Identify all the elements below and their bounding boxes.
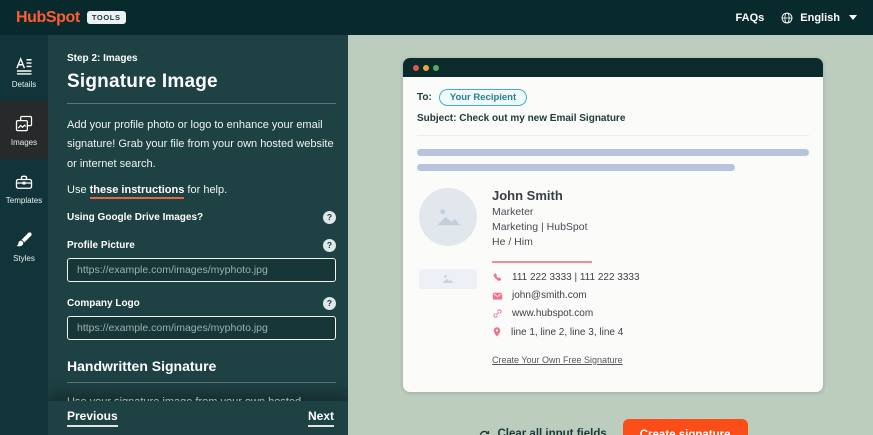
images-icon bbox=[14, 114, 34, 134]
google-drive-row: Using Google Drive Images? ? bbox=[67, 211, 336, 224]
signature-address-row: line 1, line 2, line 3, line 4 bbox=[492, 326, 809, 338]
company-logo-input[interactable] bbox=[67, 316, 336, 340]
language-selector[interactable]: English bbox=[780, 11, 857, 25]
signature-email: john@smith.com bbox=[512, 290, 587, 301]
hubspot-logo[interactable]: HubSpot TOOLS bbox=[16, 9, 126, 27]
preview-column: To: Your Recipient Subject: Check out my… bbox=[403, 58, 823, 435]
sidebar-item-images[interactable]: Images bbox=[0, 101, 48, 159]
image-placeholder-icon bbox=[433, 202, 463, 232]
signature-pronouns: He / Him bbox=[492, 236, 809, 248]
images-step-panel: Step 2: Images Signature Image Add your … bbox=[48, 35, 348, 435]
sidebar-item-label: Styles bbox=[13, 254, 35, 263]
refresh-icon bbox=[478, 429, 491, 435]
clear-fields-label: Clear all input fields bbox=[497, 428, 606, 435]
styles-icon bbox=[14, 230, 34, 250]
signature-details-column: John Smith Marketer Marketing | HubSpot … bbox=[492, 188, 809, 368]
details-icon bbox=[14, 56, 34, 76]
instructions-prefix: Use bbox=[67, 184, 90, 196]
company-logo-row: Company Logo ? bbox=[67, 297, 336, 310]
tools-badge: TOOLS bbox=[87, 11, 126, 24]
language-label: English bbox=[800, 12, 840, 24]
signature-company: Marketing | HubSpot bbox=[492, 221, 809, 233]
caret-down-icon bbox=[849, 15, 857, 20]
sidebar-item-details[interactable]: Details bbox=[0, 43, 48, 101]
page-title: Signature Image bbox=[67, 71, 336, 93]
location-icon bbox=[492, 326, 502, 338]
create-signature-button[interactable]: Create signature bbox=[623, 419, 748, 435]
handwritten-divider bbox=[67, 382, 336, 383]
to-row: To: Your Recipient bbox=[417, 89, 809, 106]
to-label: To: bbox=[417, 92, 432, 103]
company-logo-label: Company Logo bbox=[67, 298, 140, 309]
email-icon bbox=[492, 291, 503, 301]
help-icon[interactable]: ? bbox=[323, 297, 336, 310]
image-placeholder-icon bbox=[441, 273, 455, 285]
instructions-suffix: for help. bbox=[184, 184, 227, 196]
link-icon bbox=[492, 308, 503, 319]
step-navigation: Previous Next bbox=[48, 401, 348, 435]
create-own-signature-link[interactable]: Create Your Own Free Signature bbox=[492, 355, 623, 365]
signature-website-row: www.hubspot.com bbox=[492, 308, 809, 319]
window-dot-green-icon bbox=[433, 65, 439, 71]
next-button[interactable]: Next bbox=[308, 409, 334, 427]
signature-email-row: john@smith.com bbox=[492, 290, 809, 301]
step-label: Step 2: Images bbox=[67, 53, 336, 64]
title-divider bbox=[67, 103, 336, 104]
signature-address: line 1, line 2, line 3, line 4 bbox=[511, 327, 623, 338]
window-dot-red-icon bbox=[413, 65, 419, 71]
profile-picture-input[interactable] bbox=[67, 258, 336, 282]
email-body: To: Your Recipient Subject: Check out my… bbox=[403, 77, 823, 392]
top-bar-right: FAQs English bbox=[736, 11, 857, 25]
templates-icon bbox=[14, 172, 34, 192]
sidebar-item-templates[interactable]: Templates bbox=[0, 159, 48, 217]
signature-divider bbox=[492, 261, 592, 263]
profile-picture-row: Profile Picture ? bbox=[67, 239, 336, 252]
signature-name: John Smith bbox=[492, 188, 809, 203]
clear-fields-button[interactable]: Clear all input fields bbox=[478, 428, 606, 435]
step-sidebar: Details Images Templates bbox=[0, 35, 48, 435]
instructions-link[interactable]: these instructions bbox=[90, 184, 185, 199]
profile-photo-placeholder bbox=[419, 188, 477, 246]
placeholder-text-bar bbox=[417, 149, 809, 156]
placeholder-text-bar bbox=[417, 164, 735, 171]
help-icon[interactable]: ? bbox=[323, 211, 336, 224]
window-dot-yellow-icon bbox=[423, 65, 429, 71]
faqs-link[interactable]: FAQs bbox=[736, 12, 765, 24]
signature-images-column bbox=[419, 188, 477, 368]
phone-icon bbox=[492, 272, 503, 283]
previous-button[interactable]: Previous bbox=[67, 409, 118, 427]
sidebar-item-styles[interactable]: Styles bbox=[0, 217, 48, 275]
preview-controls: Clear all input fields Create signature bbox=[403, 419, 823, 435]
hubspot-logo-text: HubSpot bbox=[16, 9, 80, 27]
sidebar-item-label: Templates bbox=[6, 196, 42, 205]
signature-preview: John Smith Marketer Marketing | HubSpot … bbox=[417, 188, 809, 368]
google-drive-label: Using Google Drive Images? bbox=[67, 212, 203, 223]
email-window-titlebar bbox=[403, 58, 823, 77]
help-icon[interactable]: ? bbox=[323, 239, 336, 252]
signature-generator-app: HubSpot TOOLS FAQs English bbox=[0, 0, 873, 435]
company-logo-placeholder bbox=[419, 269, 477, 289]
subject-line: Subject: Check out my new Email Signatur… bbox=[417, 113, 809, 136]
signature-website: www.hubspot.com bbox=[512, 308, 593, 319]
recipient-pill[interactable]: Your Recipient bbox=[439, 89, 527, 106]
preview-area: To: Your Recipient Subject: Check out my… bbox=[348, 35, 873, 435]
app-body: Details Images Templates bbox=[0, 35, 873, 435]
top-bar: HubSpot TOOLS FAQs English bbox=[0, 0, 873, 35]
signature-job-title: Marketer bbox=[492, 206, 809, 218]
signature-phone-row: 111 222 3333 | 111 222 3333 bbox=[492, 272, 809, 283]
email-preview-card: To: Your Recipient Subject: Check out my… bbox=[403, 58, 823, 392]
profile-picture-label: Profile Picture bbox=[67, 240, 135, 251]
intro-text: Add your profile photo or logo to enhanc… bbox=[67, 116, 336, 174]
sidebar-item-label: Details bbox=[12, 80, 36, 89]
signature-phone: 111 222 3333 | 111 222 3333 bbox=[512, 272, 640, 283]
instructions-line: Use these instructions for help. bbox=[67, 184, 336, 196]
handwritten-signature-title: Handwritten Signature bbox=[67, 358, 336, 374]
globe-icon bbox=[780, 11, 794, 25]
sidebar-item-label: Images bbox=[11, 138, 37, 147]
